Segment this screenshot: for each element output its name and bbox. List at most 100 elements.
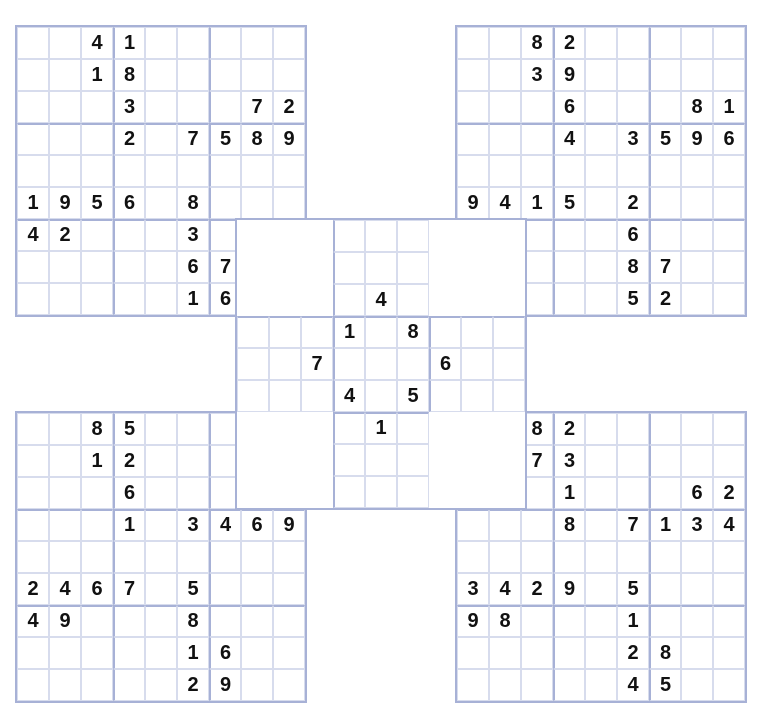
cell[interactable] bbox=[457, 123, 489, 155]
cell[interactable]: 4 bbox=[365, 284, 397, 316]
cell[interactable] bbox=[17, 59, 49, 91]
cell[interactable] bbox=[365, 348, 397, 380]
cell[interactable] bbox=[49, 123, 81, 155]
cell[interactable] bbox=[585, 219, 617, 251]
cell[interactable] bbox=[713, 637, 745, 669]
cell[interactable] bbox=[649, 27, 681, 59]
cell[interactable]: 7 bbox=[617, 509, 649, 541]
cell[interactable] bbox=[17, 155, 49, 187]
cell[interactable] bbox=[521, 605, 553, 637]
cell[interactable] bbox=[585, 573, 617, 605]
cell[interactable] bbox=[457, 59, 489, 91]
cell[interactable]: 9 bbox=[273, 123, 305, 155]
cell[interactable] bbox=[713, 59, 745, 91]
cell[interactable] bbox=[585, 445, 617, 477]
cell[interactable]: 6 bbox=[81, 573, 113, 605]
cell[interactable] bbox=[681, 283, 713, 315]
cell[interactable] bbox=[553, 251, 585, 283]
cell[interactable]: 5 bbox=[649, 669, 681, 701]
cell[interactable] bbox=[17, 413, 49, 445]
cell[interactable] bbox=[553, 219, 585, 251]
cell[interactable] bbox=[649, 541, 681, 573]
cell[interactable] bbox=[521, 509, 553, 541]
cell[interactable] bbox=[113, 219, 145, 251]
cell[interactable] bbox=[585, 91, 617, 123]
cell[interactable]: 6 bbox=[209, 637, 241, 669]
cell[interactable] bbox=[177, 155, 209, 187]
cell[interactable] bbox=[681, 155, 713, 187]
cell[interactable] bbox=[617, 155, 649, 187]
cell[interactable]: 2 bbox=[113, 123, 145, 155]
cell[interactable] bbox=[177, 477, 209, 509]
cell[interactable]: 2 bbox=[113, 445, 145, 477]
cell[interactable] bbox=[489, 669, 521, 701]
cell[interactable] bbox=[365, 252, 397, 284]
cell[interactable]: 1 bbox=[113, 27, 145, 59]
cell[interactable] bbox=[585, 541, 617, 573]
cell[interactable]: 9 bbox=[553, 59, 585, 91]
cell[interactable] bbox=[585, 123, 617, 155]
cell[interactable] bbox=[617, 413, 649, 445]
cell[interactable]: 2 bbox=[713, 477, 745, 509]
cell[interactable] bbox=[273, 605, 305, 637]
cell[interactable] bbox=[461, 348, 493, 380]
cell[interactable] bbox=[49, 445, 81, 477]
cell[interactable] bbox=[585, 283, 617, 315]
cell[interactable] bbox=[553, 637, 585, 669]
cell[interactable] bbox=[49, 251, 81, 283]
cell[interactable]: 7 bbox=[301, 348, 333, 380]
cell[interactable] bbox=[553, 605, 585, 637]
cell[interactable] bbox=[49, 91, 81, 123]
cell[interactable] bbox=[145, 155, 177, 187]
cell[interactable] bbox=[713, 187, 745, 219]
cell[interactable]: 4 bbox=[81, 27, 113, 59]
cell[interactable] bbox=[273, 27, 305, 59]
cell[interactable]: 4 bbox=[49, 573, 81, 605]
cell[interactable] bbox=[17, 251, 49, 283]
cell[interactable] bbox=[397, 444, 429, 476]
cell[interactable] bbox=[681, 251, 713, 283]
cell[interactable] bbox=[649, 477, 681, 509]
cell[interactable]: 4 bbox=[553, 123, 585, 155]
cell[interactable] bbox=[521, 155, 553, 187]
cell[interactable]: 9 bbox=[553, 573, 585, 605]
cell[interactable]: 1 bbox=[553, 477, 585, 509]
cell[interactable] bbox=[49, 27, 81, 59]
cell[interactable] bbox=[269, 380, 301, 412]
cell[interactable] bbox=[17, 445, 49, 477]
cell[interactable] bbox=[457, 155, 489, 187]
cell[interactable] bbox=[365, 380, 397, 412]
cell[interactable]: 2 bbox=[617, 187, 649, 219]
cell[interactable]: 3 bbox=[617, 123, 649, 155]
cell[interactable] bbox=[49, 413, 81, 445]
cell[interactable] bbox=[145, 59, 177, 91]
cell[interactable]: 3 bbox=[177, 219, 209, 251]
cell[interactable] bbox=[49, 637, 81, 669]
cell[interactable]: 8 bbox=[617, 251, 649, 283]
cell[interactable] bbox=[49, 541, 81, 573]
cell[interactable] bbox=[681, 605, 713, 637]
cell[interactable] bbox=[617, 59, 649, 91]
cell[interactable] bbox=[49, 669, 81, 701]
cell[interactable] bbox=[49, 283, 81, 315]
cell[interactable]: 3 bbox=[113, 91, 145, 123]
cell[interactable]: 1 bbox=[177, 283, 209, 315]
cell[interactable] bbox=[113, 251, 145, 283]
cell[interactable] bbox=[649, 573, 681, 605]
cell[interactable] bbox=[681, 573, 713, 605]
cell[interactable]: 6 bbox=[429, 348, 461, 380]
cell[interactable] bbox=[489, 509, 521, 541]
cell[interactable] bbox=[269, 316, 301, 348]
cell[interactable] bbox=[365, 316, 397, 348]
cell[interactable] bbox=[81, 283, 113, 315]
cell[interactable] bbox=[145, 219, 177, 251]
cell[interactable] bbox=[81, 477, 113, 509]
cell[interactable] bbox=[49, 155, 81, 187]
cell[interactable] bbox=[273, 59, 305, 91]
cell[interactable] bbox=[457, 637, 489, 669]
cell[interactable] bbox=[113, 669, 145, 701]
cell[interactable] bbox=[17, 509, 49, 541]
cell[interactable] bbox=[209, 91, 241, 123]
cell[interactable]: 7 bbox=[649, 251, 681, 283]
cell[interactable]: 4 bbox=[713, 509, 745, 541]
